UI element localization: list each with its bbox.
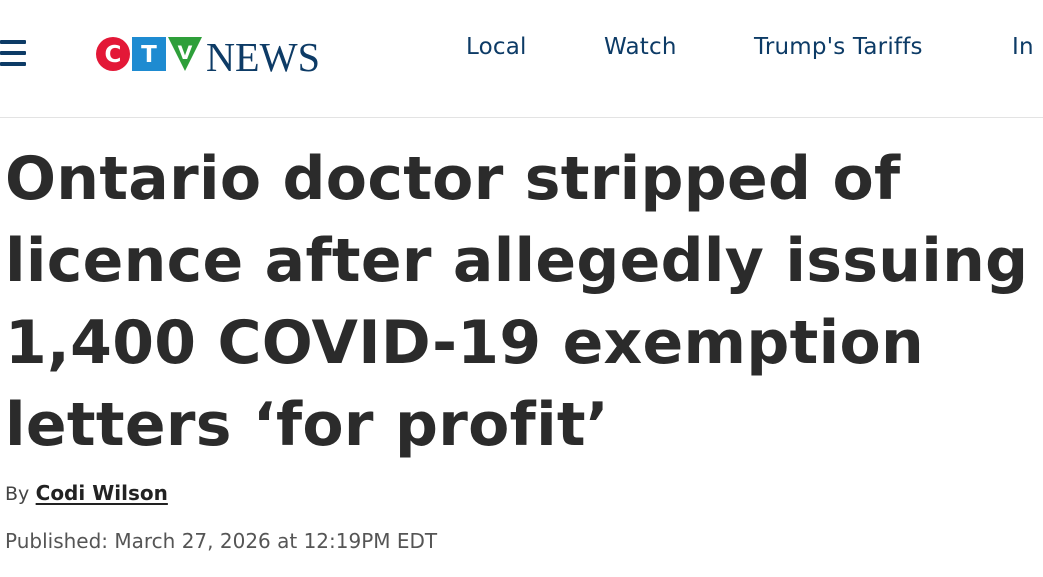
logo-c-letter: C	[105, 42, 122, 68]
published-date: Published: March 27, 2026 at 12:19PM EDT	[5, 529, 438, 553]
hamburger-menu-icon[interactable]	[0, 38, 26, 68]
site-header: C T V NEWS Local Watch Trump's Tariffs I…	[0, 0, 1043, 118]
article-headline: Ontario doctor stripped of licence after…	[5, 138, 1035, 466]
headline-line: licence after allegedly issuing	[5, 226, 1029, 296]
byline: By Codi Wilson	[5, 481, 168, 505]
logo-t-letter: T	[141, 42, 157, 68]
headline-line: Ontario doctor stripped of	[5, 144, 901, 214]
logo-wordmark: NEWS	[206, 34, 320, 77]
menu-bar	[0, 40, 26, 44]
nav-item-local[interactable]: Local	[466, 34, 527, 60]
headline-line: 1,400 COVID-19 exemption	[5, 308, 925, 378]
menu-bar	[0, 51, 26, 55]
nav-item-trumps-tariffs[interactable]: Trump's Tariffs	[754, 34, 923, 60]
logo-v-letter: V	[178, 42, 193, 64]
byline-prefix: By	[5, 483, 30, 505]
headline-line: letters ‘for profit’	[5, 390, 610, 460]
nav-item-in[interactable]: In	[1012, 34, 1034, 60]
nav-item-watch[interactable]: Watch	[604, 34, 677, 60]
ctv-news-logo[interactable]: C T V NEWS	[95, 31, 325, 77]
menu-bar	[0, 62, 26, 66]
ctv-news-logo-graphic: C T V NEWS	[96, 34, 320, 77]
author-link[interactable]: Codi Wilson	[36, 481, 168, 505]
